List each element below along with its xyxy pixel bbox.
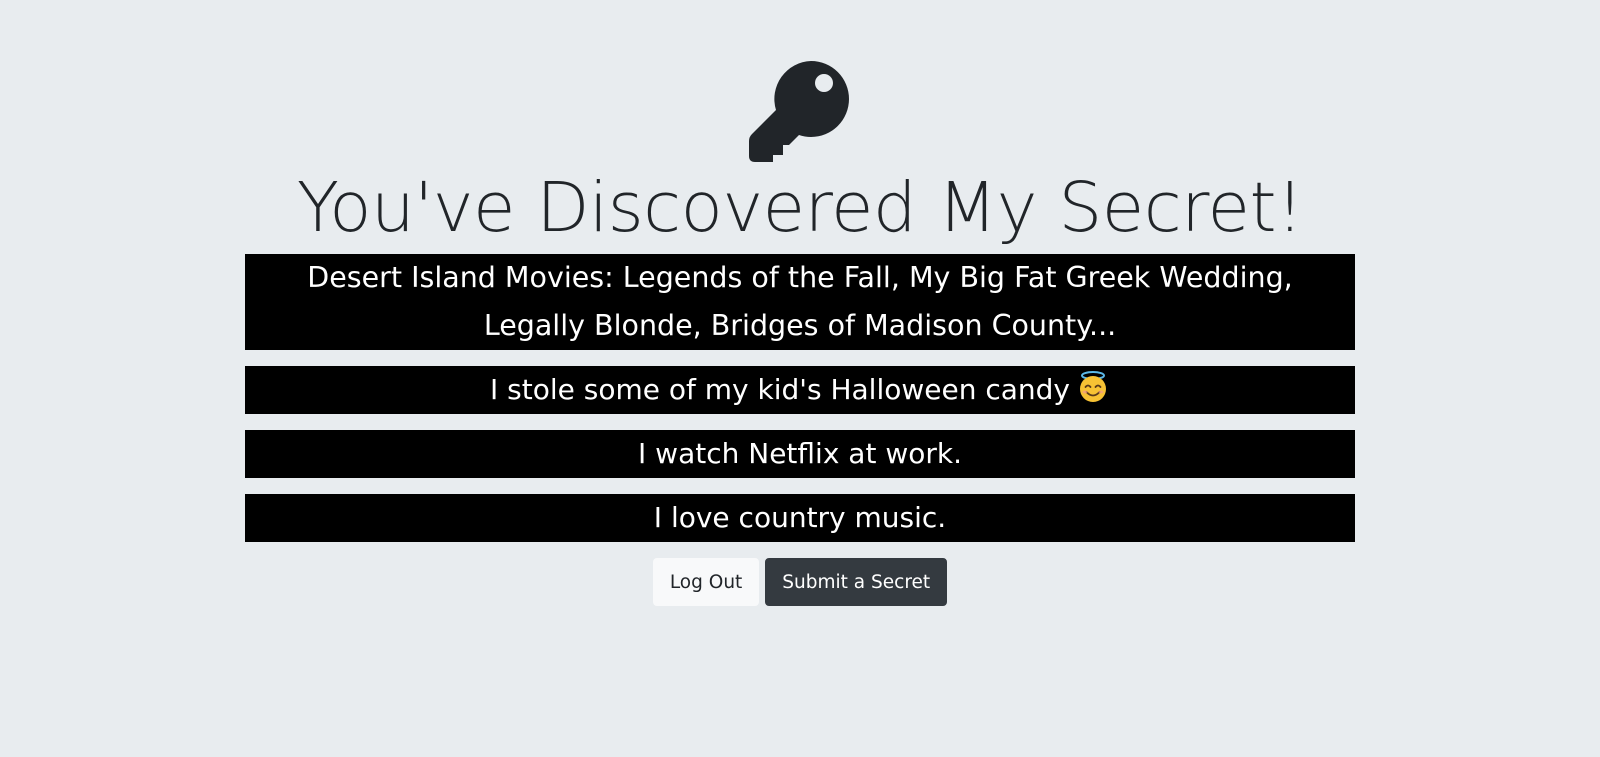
secret-item: I love country music.	[245, 494, 1355, 542]
secret-item: Desert Island Movies: Legends of the Fal…	[245, 254, 1355, 350]
action-buttons: Log Out Submit a Secret	[0, 558, 1600, 606]
submit-secret-button[interactable]: Submit a Secret	[765, 558, 948, 606]
secrets-list: Desert Island Movies: Legends of the Fal…	[245, 254, 1355, 558]
logout-button[interactable]: Log Out	[652, 558, 760, 606]
secret-text: Desert Island Movies: Legends of the Fal…	[307, 261, 1293, 342]
secret-item: I watch Netflix at work.	[245, 430, 1355, 478]
secret-text: I love country music.	[653, 501, 947, 534]
secrets-page: You've Discovered My Secret! Desert Isla…	[0, 0, 1600, 757]
smiling-face-with-halo-icon	[1080, 371, 1106, 402]
secret-text: I watch Netflix at work.	[638, 437, 962, 470]
key-icon	[749, 61, 849, 162]
secret-item: I stole some of my kid's Halloween candy	[245, 366, 1355, 414]
page-title: You've Discovered My Secret!	[296, 168, 1304, 248]
secret-text: I stole some of my kid's Halloween candy	[489, 373, 1070, 406]
